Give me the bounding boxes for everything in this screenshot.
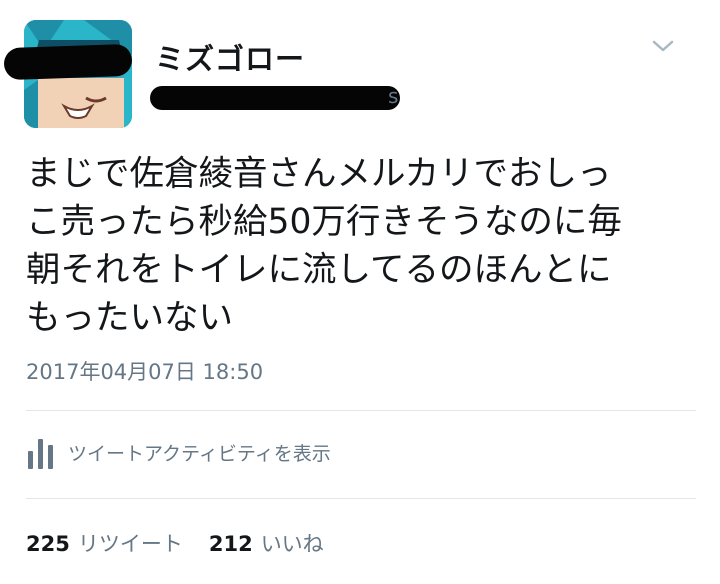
- like-label[interactable]: いいね: [261, 528, 324, 558]
- tweet-text: まじで佐倉綾音さんメルカリでおしっ こ売ったら秒給50万行きそうなのに毎 朝それ…: [26, 154, 622, 338]
- divider: [26, 498, 696, 499]
- tweet-activity-label: ツイートアクティビティを表示: [68, 442, 331, 465]
- like-count[interactable]: 212: [209, 532, 253, 556]
- tweet-activity-link[interactable]: ツイートアクティビティを表示: [26, 434, 331, 470]
- tweet-timestamp[interactable]: 2017年04月07日 18:50: [26, 356, 263, 386]
- redaction-mark-avatar: [3, 43, 133, 81]
- retweet-label[interactable]: リツイート: [78, 528, 183, 558]
- tweet-stats: 225 リツイート 212 いいね: [26, 528, 350, 558]
- bar-chart-icon: [28, 439, 53, 469]
- user-handle[interactable]: @ s: [150, 84, 410, 110]
- retweet-count[interactable]: 225: [26, 532, 70, 556]
- redaction-mark-handle: [150, 86, 400, 110]
- handle-suffix: s: [388, 84, 399, 108]
- divider: [26, 410, 696, 411]
- chevron-down-icon[interactable]: [650, 36, 676, 56]
- display-name[interactable]: ミズゴロー: [155, 36, 305, 78]
